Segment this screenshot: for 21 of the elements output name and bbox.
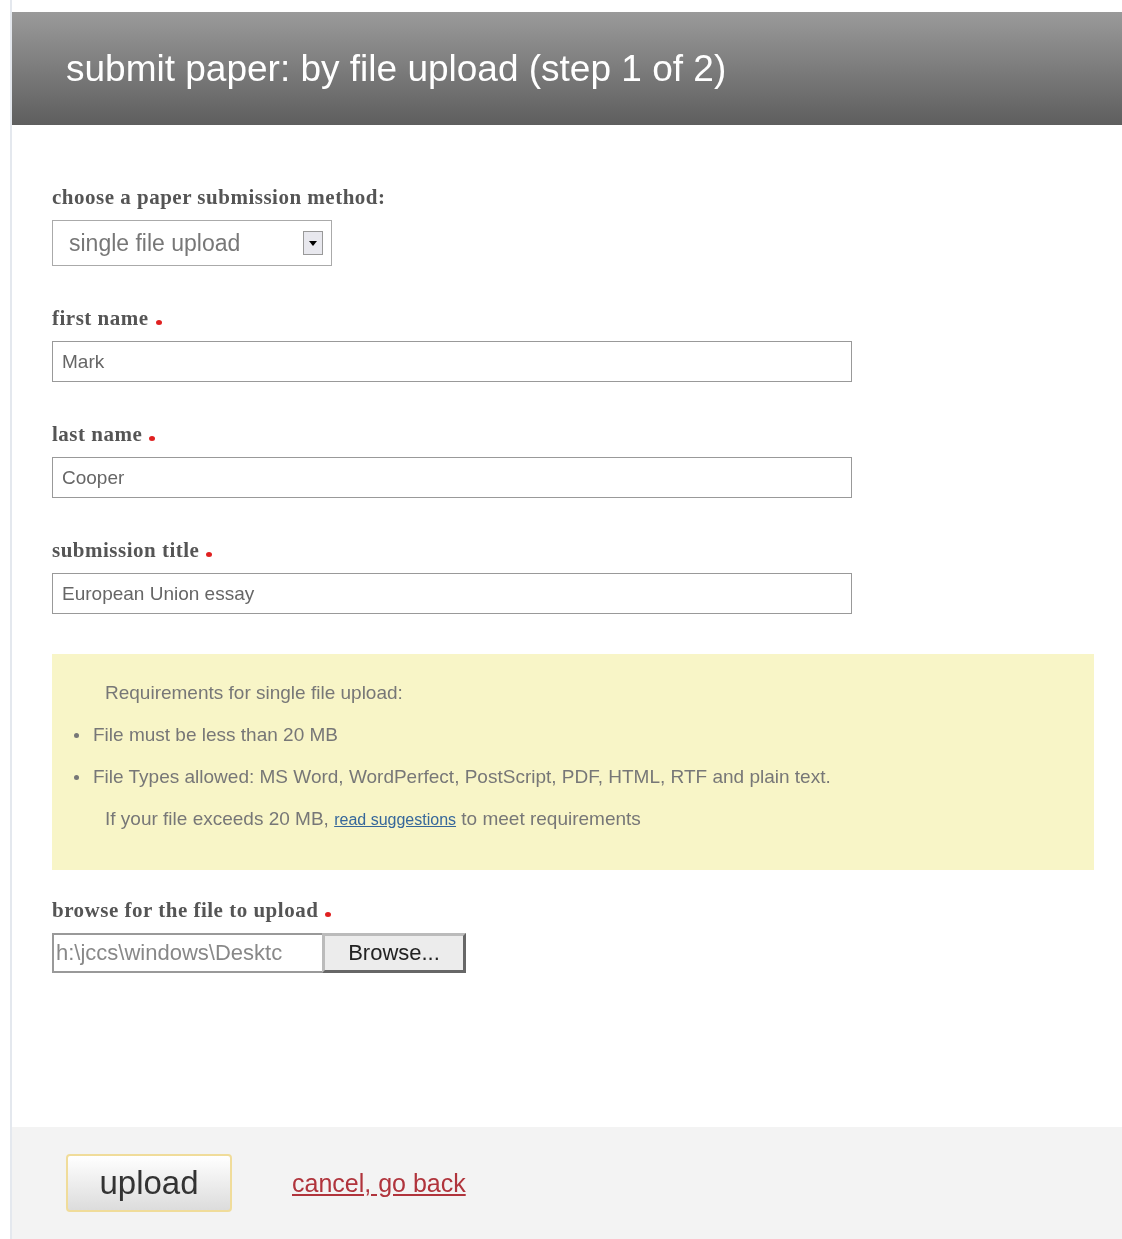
method-dropdown[interactable]: single file upload <box>52 220 332 266</box>
text-field[interactable]: European Union essay <box>52 573 852 614</box>
requirements-note: If your file exceeds 20 MB, read suggestions to meet requirements <box>104 808 642 830</box>
field-label: first name <box>52 306 149 331</box>
field-label: choose a paper submission method: <box>52 185 386 210</box>
requirement-text: File must be less than 20 MB <box>93 724 338 746</box>
cancel-link[interactable]: cancel, go back <box>292 1168 466 1198</box>
browse-button[interactable]: Browse... <box>322 933 466 973</box>
bullet-icon <box>74 774 79 780</box>
text-field[interactable]: Cooper <box>52 457 852 498</box>
field-label: last name <box>52 422 143 447</box>
bullet-icon <box>74 732 79 738</box>
suggestions-link[interactable]: read suggestions <box>334 811 457 828</box>
field-label: submission title <box>52 538 200 563</box>
page-title: submit paper: by file upload (step 1 of 2) <box>12 12 1122 125</box>
requirements-heading: Requirements for single file upload: <box>104 682 404 704</box>
file-path-field[interactable]: h:\jccs\windows\Desktc <box>52 933 322 973</box>
text-field[interactable]: Mark <box>52 341 852 382</box>
upload-button[interactable]: upload <box>66 1154 232 1212</box>
requirement-text: File Types allowed: MS Word, WordPerfect, PostScript, PDF, HTML, RTF and plain text. <box>93 766 831 788</box>
field-label: browse for the file to upload <box>52 898 319 923</box>
